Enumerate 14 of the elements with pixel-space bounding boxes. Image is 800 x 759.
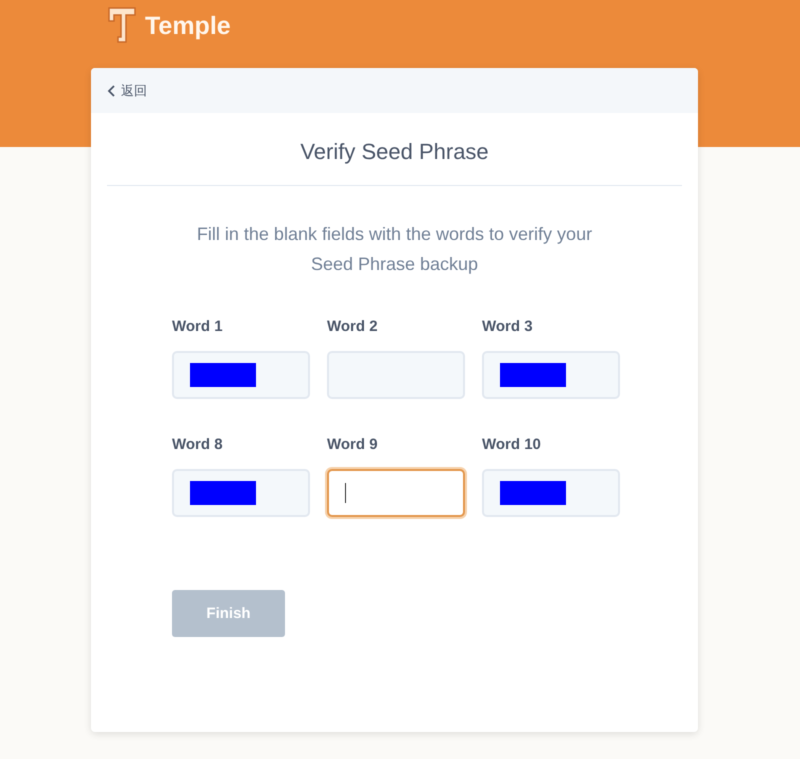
brand-name: Temple: [145, 12, 231, 40]
word-label: Word 10: [482, 436, 542, 453]
chevron-left-icon: [107, 84, 115, 96]
word-label: Word 1: [172, 318, 224, 335]
description: Fill in the blank fields with the words to verify your Seed Phrase backup: [196, 223, 594, 276]
page-title: Verify Seed Phrase: [107, 139, 682, 186]
word-label: Word 8: [172, 436, 224, 453]
text-cursor: [345, 483, 346, 503]
back-link[interactable]: 返回: [107, 82, 147, 100]
word-label: Word 9: [327, 436, 379, 453]
word-field[interactable]: [327, 469, 465, 517]
word-label: Word 2: [327, 318, 379, 335]
word-label: Word 3: [482, 318, 534, 335]
temple-logo-icon: [107, 6, 137, 46]
